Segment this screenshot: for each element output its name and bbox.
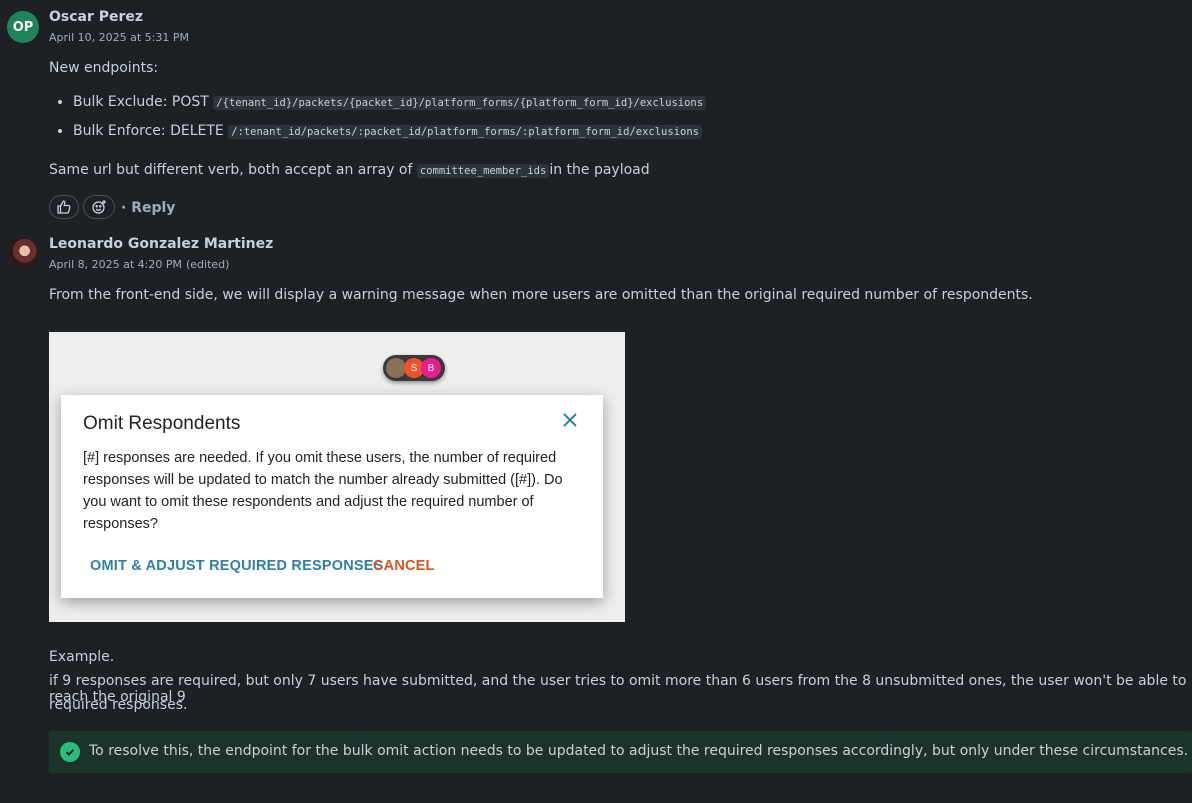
outro-text: Same url but different verb, both accept… (49, 162, 413, 178)
respondent-avatars: S B (383, 355, 445, 381)
example-text-cont: required responses. (49, 697, 188, 713)
endpoint-label: Bulk Enforce: DELETE (73, 123, 224, 139)
avatar-chip: B (421, 358, 441, 378)
add-reaction-icon (92, 200, 106, 214)
message-timestamp[interactable]: April 8, 2025 at 4:20 PM (49, 258, 182, 271)
callout-text: To resolve this, the endpoint for the bu… (89, 743, 1189, 759)
message-timestamp-row: April 8, 2025 at 4:20 PM (edited) (49, 258, 229, 271)
cancel-button[interactable]: CANCEL (373, 558, 435, 574)
endpoint-path: /:tenant_id/packets/:packet_id/platform_… (228, 125, 702, 139)
omit-respondents-dialog: Omit Respondents [#] responses are neede… (61, 395, 603, 598)
author-name[interactable]: Leonardo Gonzalez Martinez (49, 236, 273, 252)
endpoint-label: Bulk Exclude: POST (73, 94, 209, 110)
check-circle-icon (60, 742, 80, 762)
list-item: Bulk Exclude: POST /{tenant_id}/packets/… (73, 93, 707, 112)
author-name[interactable]: Oscar Perez (49, 9, 143, 25)
close-icon[interactable] (559, 409, 581, 431)
dialog-body: [#] responses are needed. If you omit th… (83, 450, 563, 532)
message-intro: From the front-end side, we will display… (49, 287, 1033, 303)
example-text: if 9 responses are required, but only 7 … (49, 673, 1187, 705)
avatar[interactable] (7, 238, 39, 270)
endpoint-list: Bulk Exclude: POST /{tenant_id}/packets/… (49, 93, 707, 151)
message-intro: New endpoints: (49, 60, 159, 76)
list-item: Bulk Enforce: DELETE /:tenant_id/packets… (73, 122, 706, 141)
like-button[interactable] (49, 195, 79, 219)
endpoint-path: /{tenant_id}/packets/{packet_id}/platfor… (213, 96, 707, 110)
example-label: Example. (49, 649, 115, 665)
omit-adjust-button[interactable]: OMIT & ADJUST REQUIRED RESPONSES (90, 558, 383, 574)
edited-label: (edited) (186, 258, 230, 271)
avatar (386, 358, 406, 378)
outro-code: committee_member_ids (416, 164, 550, 178)
reply-button[interactable]: · Reply (121, 200, 175, 216)
embedded-screenshot[interactable]: S B Omit Respondents [#] responses are n… (49, 332, 625, 622)
dialog-title: Omit Respondents (83, 413, 241, 434)
avatar-initials: OP (12, 19, 34, 35)
message-timestamp[interactable]: April 10, 2025 at 5:31 PM (49, 31, 189, 44)
add-reaction-button[interactable] (83, 195, 115, 219)
outro-text-end: in the payload (549, 162, 650, 178)
thumbs-up-icon (57, 200, 71, 214)
message-outro: Same url but different verb, both accept… (49, 162, 650, 178)
success-callout: To resolve this, the endpoint for the bu… (49, 731, 1192, 773)
avatar[interactable]: OP (7, 11, 39, 43)
